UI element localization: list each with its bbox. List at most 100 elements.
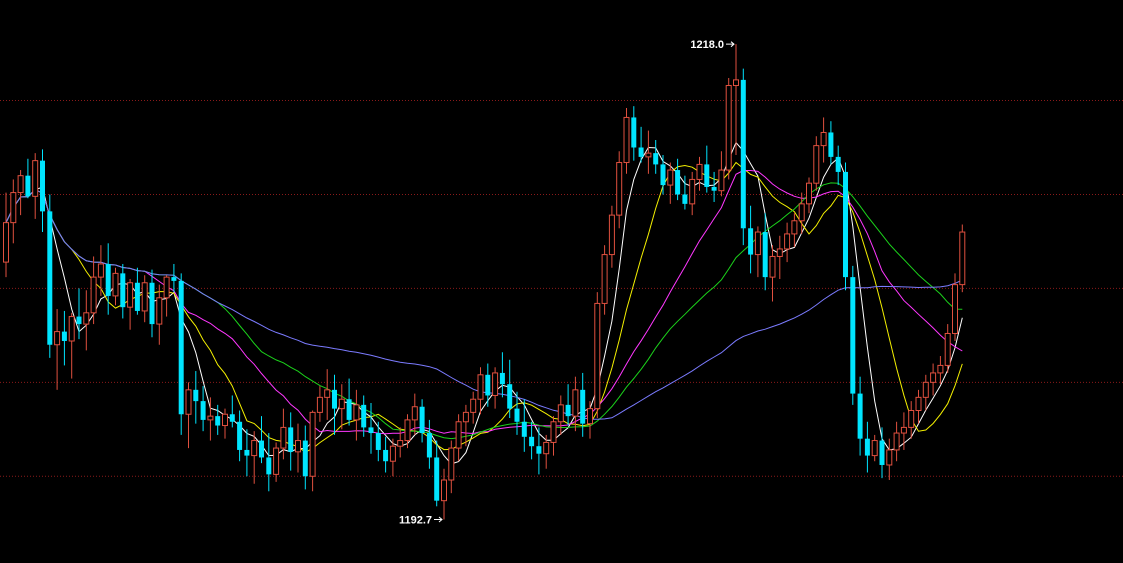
- candle-body: [32, 160, 39, 197]
- candle: [404, 414, 411, 449]
- candle-body: [623, 116, 630, 164]
- candle-body: [594, 302, 601, 410]
- candle: [383, 436, 389, 473]
- candle-body: [353, 404, 360, 421]
- candle: [675, 158, 681, 201]
- candle: [492, 367, 499, 409]
- candle-body: [215, 416, 221, 426]
- candle-body: [521, 421, 527, 437]
- candle-body: [185, 389, 192, 415]
- candle-body: [580, 389, 586, 424]
- candle-body: [120, 273, 126, 308]
- candle: [740, 68, 746, 246]
- candle-body: [332, 389, 337, 409]
- candle: [521, 399, 527, 452]
- candle-body: [40, 160, 45, 212]
- candle-body: [375, 433, 381, 450]
- candle: [419, 399, 425, 443]
- candle: [886, 438, 893, 481]
- candle: [725, 77, 732, 180]
- candle-body: [141, 282, 148, 312]
- candle-body: [54, 331, 61, 346]
- candle-body: [259, 440, 264, 458]
- candle-body: [682, 194, 688, 204]
- candle-body: [675, 170, 681, 195]
- candle: [54, 309, 61, 390]
- candle-body: [959, 231, 966, 286]
- candle: [229, 395, 235, 428]
- candle-body: [76, 316, 82, 325]
- candle: [871, 434, 878, 462]
- candle-body: [791, 220, 798, 235]
- candle-body: [419, 406, 425, 434]
- candle: [332, 374, 337, 435]
- candle: [572, 376, 579, 432]
- candle: [689, 171, 696, 216]
- candle-body: [689, 178, 696, 205]
- candle: [309, 410, 316, 492]
- candle-body: [156, 297, 163, 325]
- candle-body: [667, 169, 674, 186]
- candle-body: [631, 117, 637, 148]
- candle: [587, 401, 593, 439]
- candle: [47, 194, 53, 358]
- candle: [922, 374, 929, 411]
- candle-body: [762, 232, 768, 278]
- candle-body: [820, 131, 827, 147]
- candle-body: [244, 449, 250, 456]
- candle-body: [10, 192, 17, 224]
- candle-body: [389, 445, 396, 462]
- chart-canvas: 1218.0 1192.7: [0, 39, 1123, 526]
- candle: [90, 256, 97, 325]
- candle-body: [543, 441, 550, 455]
- candle: [784, 222, 791, 263]
- ma-line-10: [5, 161, 963, 453]
- candle-body: [426, 433, 432, 458]
- candle: [748, 205, 754, 274]
- candle-body: [864, 438, 870, 456]
- candle-body: [68, 316, 75, 342]
- candle: [477, 367, 484, 415]
- candle: [791, 213, 798, 248]
- candle-body: [696, 163, 703, 180]
- candle-body: [288, 427, 294, 452]
- candle: [660, 155, 666, 195]
- candle: [273, 442, 280, 482]
- candle-body: [725, 85, 732, 171]
- candle-body: [565, 404, 571, 417]
- candle: [76, 288, 82, 340]
- candle-body: [309, 411, 316, 477]
- candle-body: [25, 175, 31, 197]
- candle: [843, 162, 848, 291]
- candle: [857, 376, 863, 456]
- candle-body: [112, 272, 119, 297]
- candle: [441, 468, 447, 520]
- candle: [324, 369, 331, 420]
- candles: [3, 44, 966, 520]
- candle: [594, 292, 601, 419]
- candle: [426, 419, 432, 469]
- moving-averages: [5, 141, 963, 465]
- candle-body: [813, 145, 820, 184]
- candle: [3, 192, 9, 278]
- candle-body: [952, 284, 958, 334]
- candle: [338, 384, 345, 430]
- candle: [368, 402, 374, 454]
- candle: [879, 427, 885, 479]
- candle: [507, 359, 513, 419]
- candle-body: [324, 389, 331, 398]
- candle-body: [492, 372, 499, 396]
- candle: [645, 130, 652, 174]
- low-price-label: 1192.7: [399, 514, 432, 526]
- candle: [930, 363, 937, 396]
- candle-body: [922, 381, 929, 398]
- ma-line-20: [5, 170, 963, 435]
- candle: [893, 421, 900, 462]
- candle-body: [17, 175, 24, 194]
- high-arrow-icon: [726, 41, 735, 48]
- candle: [193, 371, 199, 424]
- candle: [163, 275, 170, 317]
- candle: [499, 352, 505, 398]
- candle: [149, 269, 155, 338]
- candle-body: [302, 440, 308, 477]
